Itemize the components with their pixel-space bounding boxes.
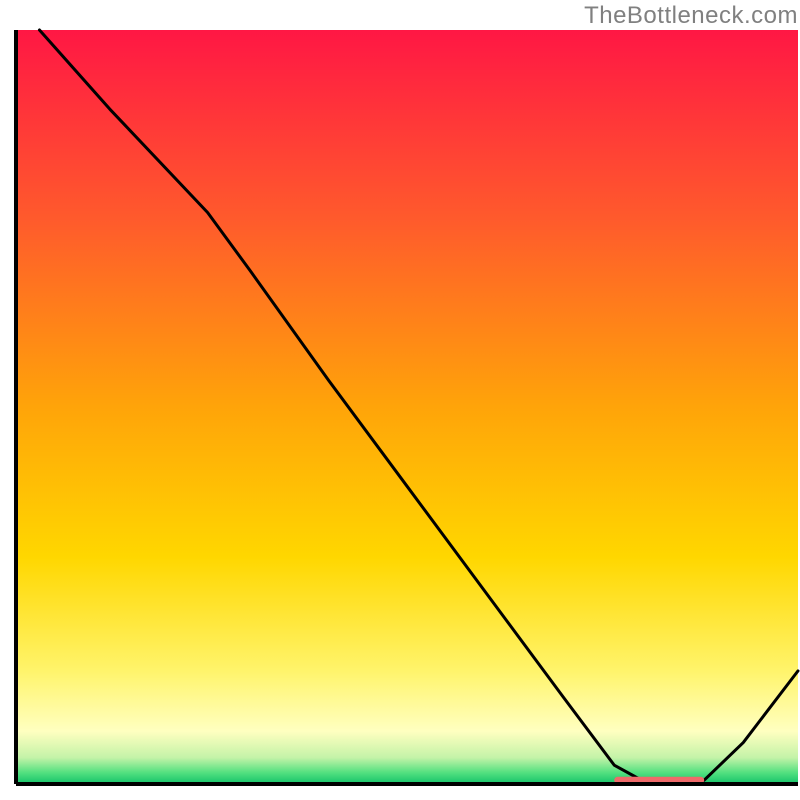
chart-container: TheBottleneck.com xyxy=(0,0,800,800)
gradient-background xyxy=(16,30,798,784)
bottleneck-chart xyxy=(0,0,800,800)
watermark-label: TheBottleneck.com xyxy=(584,2,798,30)
